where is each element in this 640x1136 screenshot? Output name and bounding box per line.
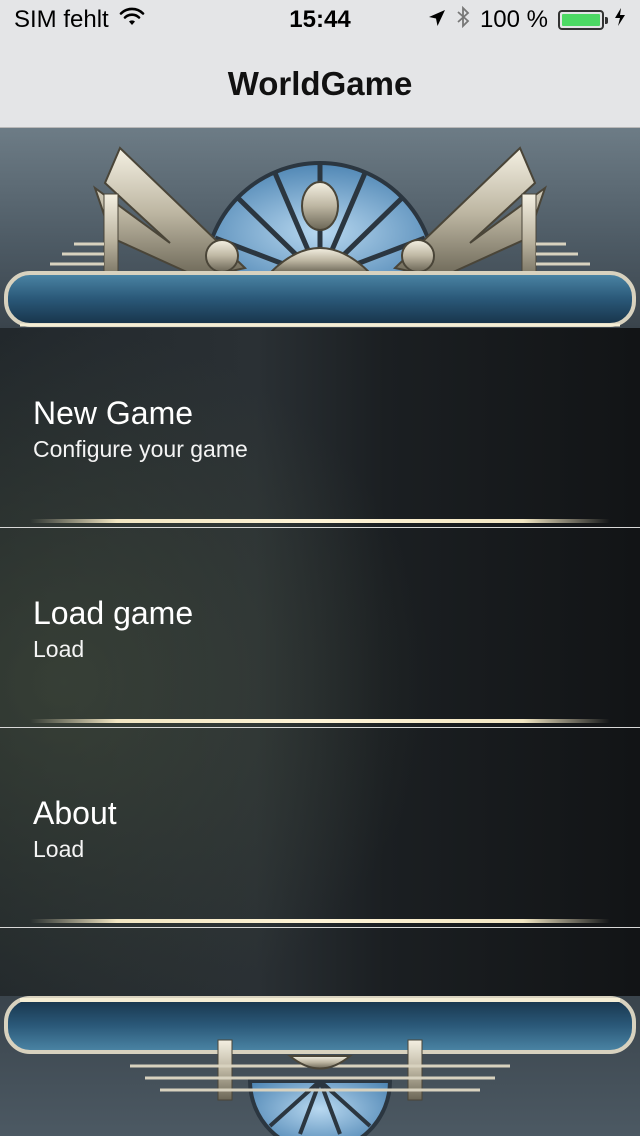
footer-emblem-icon (4, 996, 636, 1136)
header-ornament (0, 128, 640, 328)
menu-item-title: Load game (33, 595, 194, 631)
carrier-label: SIM fehlt (14, 6, 109, 33)
divider (30, 919, 610, 923)
navigation-bar: WorldGame (0, 40, 640, 128)
menu-item-about[interactable]: About Load (0, 728, 640, 928)
menu-item-subtitle: Configure your game (33, 436, 248, 462)
charging-bolt-icon (614, 6, 626, 34)
status-bar: SIM fehlt 15:44 100 % (0, 0, 640, 40)
menu-item-load-game[interactable]: Load game Load (0, 528, 640, 728)
winged-emblem-icon (4, 146, 636, 327)
divider (30, 519, 610, 523)
battery-percent: 100 % (479, 6, 548, 33)
divider (30, 719, 610, 723)
menu-item-title: New Game (33, 395, 194, 431)
menu-item-new-game[interactable]: New Game Configure your game (0, 328, 640, 528)
page-title: WorldGame (227, 64, 413, 102)
wifi-icon (119, 6, 145, 34)
menu-item-subtitle: Load (33, 636, 85, 662)
bluetooth-icon (456, 5, 470, 35)
menu-item-title: About (33, 795, 117, 831)
battery-icon (558, 10, 608, 30)
footer-ornament (0, 996, 640, 1136)
menu-item-subtitle: Load (33, 836, 85, 862)
battery-level (562, 14, 600, 26)
main-content: New Game Configure your game Load game L… (0, 128, 640, 1136)
location-arrow-icon (428, 6, 446, 34)
